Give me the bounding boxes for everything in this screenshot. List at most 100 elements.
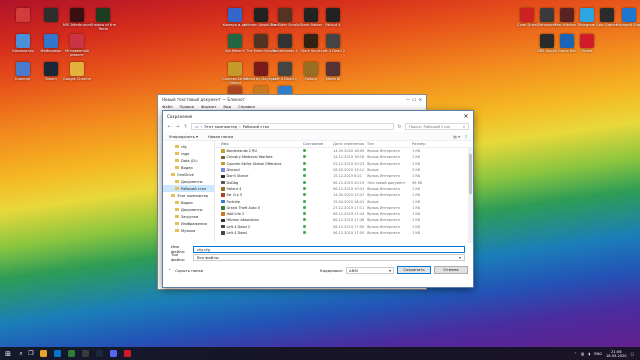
file-row[interactable]: Left 4 Dead 06.12.2019 17:50 Ярлык Интерне… bbox=[215, 230, 473, 236]
hide-folders-button[interactable]: Скрыть папки bbox=[175, 268, 203, 273]
taskbar-app[interactable] bbox=[64, 347, 78, 360]
tree-item-label: Рабочий стол bbox=[181, 186, 207, 191]
desktop-icon[interactable]: Microsoft Edge bbox=[612, 8, 640, 27]
language-indicator[interactable]: ENG bbox=[594, 352, 602, 356]
forward-arrow-icon[interactable]: → bbox=[175, 124, 180, 130]
desktop-icon[interactable]: Left 4 Dead 2 bbox=[316, 34, 350, 53]
desktop-icon[interactable]: Shadow of the Tomb bbox=[86, 8, 120, 31]
tree-item[interactable]: cfg bbox=[163, 143, 214, 150]
file-type: Ярлык Интернета bbox=[367, 155, 400, 160]
col-name[interactable]: Имя bbox=[215, 142, 299, 146]
folder-icon bbox=[175, 165, 179, 170]
menu-view[interactable]: Вид bbox=[223, 104, 231, 109]
file-date: 27.12.2019 17:11 bbox=[333, 205, 365, 210]
menu-file[interactable]: Файл bbox=[162, 104, 173, 109]
organize-button[interactable]: Упорядочить ▾ bbox=[169, 134, 198, 139]
desktop-icon[interactable]: Google Chrome bbox=[60, 62, 94, 81]
app-icon bbox=[228, 34, 242, 48]
tree-item[interactable]: Музыка bbox=[163, 227, 214, 234]
search-icon: ⌕ bbox=[462, 124, 465, 129]
file-icon bbox=[221, 155, 225, 160]
notepad-title: Новый текстовый документ — Блокнот bbox=[162, 97, 245, 102]
cancel-button[interactable]: Отмена bbox=[434, 266, 468, 274]
taskbar-app[interactable] bbox=[36, 347, 50, 360]
tree-item[interactable]: Загрузки bbox=[163, 213, 214, 220]
notepad-window-controls[interactable]: — ☐ ✕ bbox=[406, 97, 422, 102]
help-icon[interactable]: ? bbox=[465, 134, 467, 139]
task-view-icon[interactable]: ❐ bbox=[26, 350, 36, 357]
col-status[interactable]: Состояние bbox=[299, 142, 333, 146]
file-name: Left 4 Dead 2 bbox=[226, 224, 251, 229]
network-icon[interactable]: ▥ bbox=[581, 352, 584, 356]
new-folder-button[interactable]: Новая папка bbox=[208, 134, 233, 139]
notepad-titlebar[interactable]: Новый текстовый документ — Блокнот — ☐ ✕ bbox=[158, 95, 426, 103]
encoding-select[interactable]: ANSI ▾ bbox=[346, 266, 394, 274]
windows-start-icon[interactable]: ⊞ bbox=[0, 350, 16, 358]
vertical-scrollbar[interactable] bbox=[468, 148, 473, 243]
search-icon[interactable]: ⌕ bbox=[16, 350, 26, 358]
folder-icon bbox=[175, 151, 179, 156]
desktop-icon[interactable]: Mafia III bbox=[316, 62, 350, 81]
menu-edit[interactable]: Правка bbox=[180, 104, 194, 109]
desktop-icon[interactable]: Opera bbox=[570, 34, 604, 53]
tree-item[interactable]: OneDrive bbox=[163, 171, 214, 178]
chevron-up-icon[interactable]: ⌃ bbox=[168, 268, 171, 273]
view-options-icon[interactable]: ▤ ▾ bbox=[453, 134, 460, 139]
tree-item[interactable]: Этот компьютер bbox=[163, 192, 214, 199]
taskbar-app[interactable] bbox=[78, 347, 92, 360]
dialog-titlebar[interactable]: Сохранение ✕ bbox=[163, 111, 473, 121]
file-name: Half-Life 2 bbox=[226, 212, 245, 217]
file-type: Ярлык Интернета bbox=[367, 149, 400, 154]
taskbar-app[interactable] bbox=[106, 347, 120, 360]
clock[interactable]: 21:06 16.05.2020 bbox=[606, 350, 627, 358]
scrollbar-thumb[interactable] bbox=[469, 154, 472, 194]
up-arrow-icon[interactable]: ↑ bbox=[183, 124, 188, 130]
tree-item[interactable]: Изображения bbox=[163, 220, 214, 227]
file-name: Chivalry Medieval Warfare bbox=[226, 155, 273, 160]
tree-item[interactable]: csgo bbox=[163, 150, 214, 157]
tree-item[interactable]: Рабочий стол bbox=[163, 185, 214, 192]
tree-item-label: Загрузки bbox=[181, 214, 199, 219]
tree-item-label: Музыка bbox=[181, 228, 196, 233]
chevron-up-icon[interactable]: ⌃ bbox=[574, 352, 577, 356]
refresh-icon[interactable]: ↻ bbox=[397, 124, 402, 130]
tree-item[interactable]: Видео bbox=[163, 164, 214, 171]
col-type[interactable]: Тип bbox=[367, 142, 412, 146]
app-icon bbox=[44, 34, 58, 48]
path-root[interactable]: Этот компьютер bbox=[204, 124, 237, 129]
file-date: 06.12.2019 20:19 bbox=[333, 180, 365, 185]
menu-format[interactable]: Формат bbox=[201, 104, 216, 109]
address-path[interactable]: ▭ › Этот компьютер › Рабочий стол bbox=[191, 123, 394, 130]
monitor-icon: ▭ bbox=[195, 124, 199, 129]
back-arrow-icon[interactable]: ← bbox=[167, 124, 172, 130]
tree-item[interactable]: Документы bbox=[163, 206, 214, 213]
tree-item-label: Изображения bbox=[181, 221, 207, 226]
path-leaf[interactable]: Рабочий стол bbox=[243, 124, 270, 129]
tree-item-label: csgo bbox=[181, 151, 190, 156]
tree-item[interactable]: Data (D:) bbox=[163, 157, 214, 164]
notifications-icon[interactable]: ▢ bbox=[631, 352, 634, 356]
chevron-down-icon: ▾ bbox=[389, 267, 391, 273]
taskbar-app[interactable] bbox=[92, 347, 106, 360]
save-button[interactable]: Сохранить bbox=[397, 266, 431, 274]
desktop-icon[interactable]: Fallout 4 bbox=[316, 8, 350, 27]
tree-item[interactable]: Видео bbox=[163, 199, 214, 206]
menu-help[interactable]: Справка bbox=[238, 104, 255, 109]
save-dialog: Сохранение ✕ ← → ↑ ▭ › Этот компьютер › … bbox=[162, 110, 474, 288]
volume-icon[interactable]: ◖ bbox=[588, 352, 590, 356]
close-icon[interactable]: ✕ bbox=[459, 113, 473, 120]
filetype-select[interactable]: Все файлы ▾ bbox=[193, 253, 465, 261]
tree-item-label: Документы bbox=[181, 207, 203, 212]
search-input[interactable]: Поиск: Рабочий стол ⌕ bbox=[405, 123, 469, 130]
col-date[interactable]: Дата изменения bbox=[333, 142, 367, 146]
file-size: 1 КБ bbox=[412, 186, 421, 191]
taskbar-app[interactable] bbox=[120, 347, 134, 360]
tree-item[interactable]: Документы bbox=[163, 178, 214, 185]
file-icon bbox=[221, 224, 225, 229]
filename-input[interactable]: cfg.cfg bbox=[193, 245, 465, 253]
col-size[interactable]: Размер bbox=[412, 142, 442, 146]
app-icon bbox=[254, 8, 268, 22]
taskbar-app[interactable] bbox=[50, 347, 64, 360]
desktop-icon[interactable]: Мгновенный ремонт bbox=[60, 34, 94, 57]
desktop-icon-label: Shadow of the Tomb bbox=[90, 23, 116, 31]
